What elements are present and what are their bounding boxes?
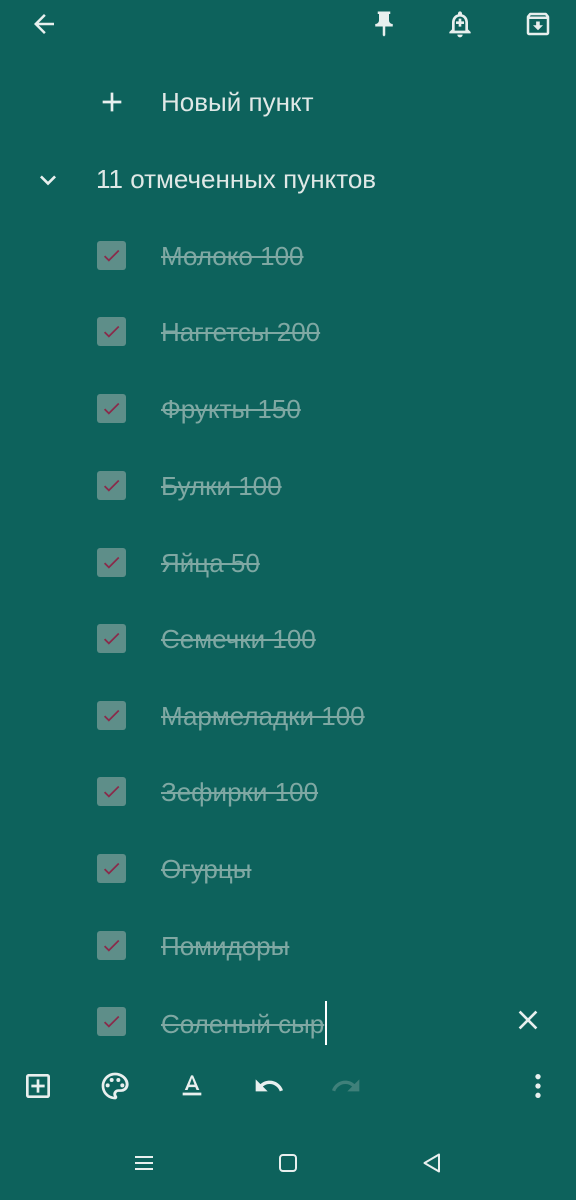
add-reminder-icon[interactable] bbox=[438, 4, 482, 44]
archive-icon[interactable] bbox=[516, 4, 560, 44]
item-text[interactable]: Наггетсы 200 bbox=[161, 317, 320, 348]
list-item-focused[interactable]: Соленый сыр bbox=[0, 994, 576, 1050]
recent-apps-icon[interactable] bbox=[124, 1143, 164, 1183]
item-text[interactable]: Молоко 100 bbox=[161, 241, 304, 272]
checkbox[interactable] bbox=[97, 394, 126, 423]
chevron-down-icon bbox=[32, 164, 64, 196]
checkbox[interactable] bbox=[97, 1007, 126, 1036]
item-text[interactable]: Огурцы bbox=[161, 854, 251, 885]
checkbox[interactable] bbox=[97, 777, 126, 806]
more-vert-icon[interactable] bbox=[518, 1066, 558, 1106]
checked-items-count: 11 отмеченных пунктов bbox=[96, 164, 377, 194]
item-text-value: Соленый сыр bbox=[161, 1008, 325, 1039]
list-item[interactable]: Зефирки 100 bbox=[0, 764, 576, 820]
item-text[interactable]: Булки 100 bbox=[161, 471, 282, 502]
plus-icon bbox=[96, 86, 128, 118]
list-item[interactable]: Наггетсы 200 bbox=[0, 304, 576, 360]
list-item[interactable]: Семечки 100 bbox=[0, 611, 576, 667]
list-item[interactable]: Огурцы bbox=[0, 841, 576, 897]
checkbox[interactable] bbox=[97, 854, 126, 883]
item-text[interactable]: Мармеладки 100 bbox=[161, 701, 365, 732]
home-icon[interactable] bbox=[268, 1143, 308, 1183]
list-item[interactable]: Помидоры bbox=[0, 918, 576, 974]
checked-items-toggle[interactable]: 11 отмеченных пунктов bbox=[0, 155, 576, 203]
text-cursor bbox=[325, 1001, 328, 1045]
new-item-label: Новый пункт bbox=[161, 87, 314, 117]
checkbox[interactable] bbox=[97, 701, 126, 730]
item-text[interactable]: Семечки 100 bbox=[161, 624, 316, 655]
undo-icon[interactable] bbox=[249, 1066, 289, 1106]
checkbox[interactable] bbox=[97, 624, 126, 653]
checkbox[interactable] bbox=[97, 931, 126, 960]
item-text[interactable]: Помидоры bbox=[161, 931, 289, 962]
pin-icon[interactable] bbox=[362, 4, 406, 44]
list-item[interactable]: Молоко 100 bbox=[0, 228, 576, 284]
list-item[interactable]: Мармеладки 100 bbox=[0, 688, 576, 744]
list-item[interactable]: Фрукты 150 bbox=[0, 381, 576, 437]
item-text[interactable]: Фрукты 150 bbox=[161, 394, 301, 425]
text-format-icon[interactable] bbox=[172, 1066, 212, 1106]
checkbox[interactable] bbox=[97, 241, 126, 270]
item-text[interactable]: Яйца 50 bbox=[161, 548, 260, 579]
checkbox[interactable] bbox=[97, 548, 126, 577]
checkbox[interactable] bbox=[97, 317, 126, 346]
system-navigation-bar bbox=[0, 1135, 576, 1190]
list-item[interactable]: Булки 100 bbox=[0, 458, 576, 514]
new-item-row[interactable]: Новый пункт bbox=[0, 78, 576, 126]
close-icon[interactable] bbox=[512, 1004, 544, 1036]
checkbox[interactable] bbox=[97, 471, 126, 500]
top-app-bar bbox=[0, 0, 576, 50]
item-text[interactable]: Зефирки 100 bbox=[161, 777, 318, 808]
add-box-icon[interactable] bbox=[18, 1066, 58, 1106]
palette-icon[interactable] bbox=[95, 1066, 135, 1106]
list-item[interactable]: Яйца 50 bbox=[0, 535, 576, 591]
editor-toolbar bbox=[0, 1060, 576, 1112]
back-icon[interactable] bbox=[412, 1143, 452, 1183]
redo-icon bbox=[326, 1066, 366, 1106]
back-arrow-icon[interactable] bbox=[22, 4, 66, 44]
item-text-editing[interactable]: Соленый сыр bbox=[161, 1001, 328, 1045]
